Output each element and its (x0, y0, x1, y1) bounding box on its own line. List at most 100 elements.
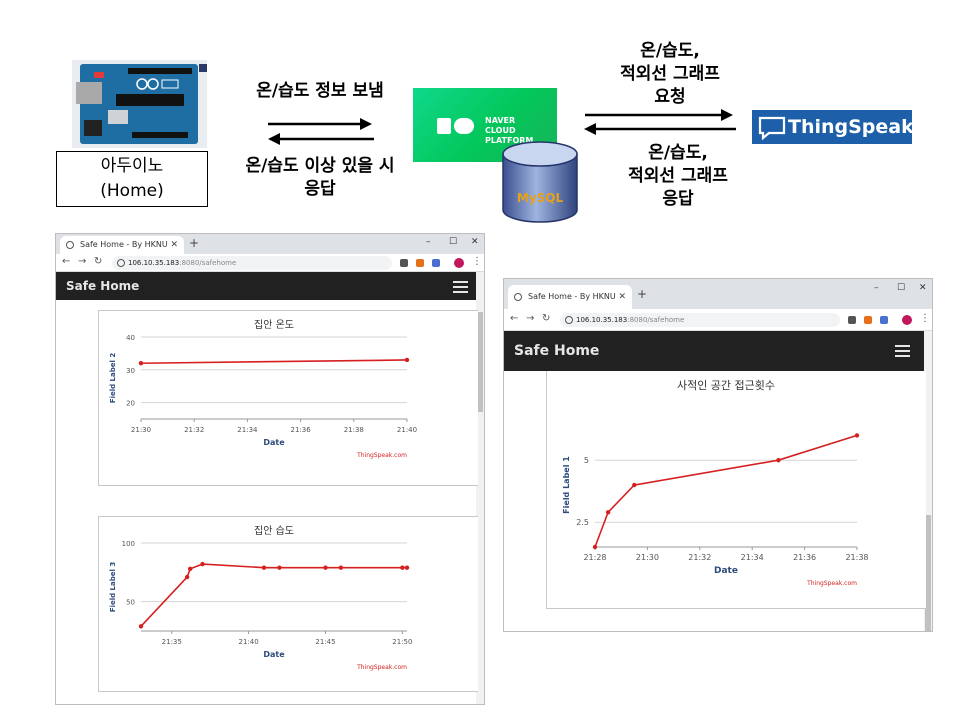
profile-avatar[interactable] (902, 315, 912, 325)
extension-icon-1[interactable] (400, 259, 408, 267)
data-point (138, 361, 144, 366)
arrow-to-thingspeak-head (721, 109, 733, 121)
extension-icon-2[interactable] (416, 259, 424, 267)
forward-icon[interactable]: → (78, 256, 86, 267)
y-tick-label: 40 (126, 334, 135, 342)
naver-cloud-icon (437, 118, 474, 134)
tab-close-icon[interactable]: ✕ (618, 285, 626, 309)
x-axis-label: Date (714, 566, 738, 576)
app-bar-right: Safe Home (504, 331, 932, 371)
menu-dots-icon[interactable]: ⋮ (472, 256, 482, 267)
x-tick-label: 21:36 (793, 553, 816, 562)
window-close-icon[interactable]: ✕ (471, 237, 479, 247)
x-tick-label: 21:36 (291, 426, 312, 434)
extension-icon-3[interactable] (432, 259, 440, 267)
new-tab-icon[interactable]: + (189, 236, 199, 250)
browser-tab[interactable]: Safe Home - By HKNU ✕ (60, 236, 184, 254)
url-path: :8080/safehome (179, 259, 237, 267)
y-tick-label: 2.5 (576, 518, 589, 527)
y-tick-label: 100 (122, 540, 135, 548)
maximize-icon[interactable]: ☐ (449, 237, 457, 247)
request-label: 온/습도, 적외선 그래프 요청 (590, 40, 750, 109)
extension-icon-1[interactable] (848, 316, 856, 324)
x-axis-label: Date (263, 438, 285, 447)
x-axis-label: Date (263, 650, 285, 659)
series-line (594, 434, 858, 548)
data-point (184, 574, 190, 580)
mysql-label: MySQL (517, 191, 564, 205)
extension-icon-2[interactable] (864, 316, 872, 324)
y-tick-label: 20 (126, 400, 135, 408)
maximize-icon[interactable]: ☐ (897, 283, 905, 293)
temperature-chart: 집안 온도 20 30 40 21:30 21:32 21:34 21:36 21:38 21:4… (109, 319, 417, 459)
address-bar: ← → ↻ 106.10.35.183:8080/safehome ⋮ (56, 254, 484, 272)
forward-icon[interactable]: → (526, 313, 534, 324)
address-bar-right: ← → ↻ 106.10.35.183:8080/safehome ⋮ (504, 309, 932, 331)
data-point (632, 482, 637, 488)
chart-title: 사적인 공간 접근횟수 (677, 379, 775, 392)
data-point (338, 565, 344, 570)
request-label-line3: 요청 (654, 87, 686, 107)
x-tick-label: 21:35 (162, 638, 182, 646)
chart-credit: ThingSpeak.com (356, 452, 407, 459)
x-tick-label: 21:34 (741, 553, 764, 562)
access-count-chart: 사적인 공간 접근횟수 2.5 5 21:28 21:30 21:32 21:34 21:36… (562, 379, 869, 587)
data-point (854, 433, 860, 438)
temperature-chart-card: 집안 온도 20 30 40 21:30 21:32 21:34 21:36 21:38 21:4… (98, 310, 478, 486)
data-point (605, 510, 611, 515)
app-title: Safe Home (66, 279, 140, 293)
profile-avatar[interactable] (454, 258, 464, 268)
url-input-right[interactable]: 106.10.35.183:8080/safehome (560, 313, 840, 327)
data-point (138, 624, 144, 629)
y-tick-label: 5 (584, 456, 589, 465)
back-icon[interactable]: ← (510, 313, 518, 324)
url-input[interactable]: 106.10.35.183:8080/safehome (112, 256, 392, 270)
y-axis-label: Field Label 1 (562, 456, 571, 514)
minimize-icon[interactable]: – (426, 237, 431, 247)
thingspeak-logo: ThingSpeak (752, 110, 914, 144)
data-point (404, 565, 410, 570)
browser-window-right: Safe Home - By HKNU ✕ + – ☐ ✕ ← → ↻ 106.… (503, 278, 933, 632)
data-point (277, 565, 282, 570)
x-tick-label: 21:32 (184, 426, 204, 434)
thingspeak-logo-text: ThingSpeak (788, 116, 914, 138)
x-tick-label: 21:38 (344, 426, 364, 434)
x-tick-label: 21:38 (845, 553, 868, 562)
browser-tab-right[interactable]: Safe Home - By HKNU ✕ (508, 285, 632, 309)
extension-icon-3[interactable] (880, 316, 888, 324)
tab-close-icon[interactable]: ✕ (170, 236, 178, 254)
hamburger-menu-icon[interactable] (895, 345, 910, 360)
naver-line1: NAVER (485, 116, 516, 125)
x-tick-label: 21:30 (636, 553, 659, 562)
minimize-icon[interactable]: – (874, 283, 879, 293)
y-axis-label: Field Label 2 (109, 353, 117, 404)
response-label-line1: 온/습도, (648, 143, 708, 163)
arrow-to-arduino-head (268, 133, 280, 145)
back-icon[interactable]: ← (62, 256, 70, 267)
data-point (404, 357, 410, 363)
new-tab-icon[interactable]: + (637, 287, 647, 301)
x-tick-label: 21:45 (315, 638, 335, 646)
hamburger-menu-icon[interactable] (453, 281, 468, 296)
reload-icon[interactable]: ↻ (94, 256, 102, 267)
response-label-line2: 적외선 그래프 (628, 166, 728, 186)
x-tick-label: 21:40 (397, 426, 417, 434)
app-title-right: Safe Home (514, 343, 600, 359)
site-info-icon (117, 259, 125, 267)
url-path-right: :8080/safehome (627, 316, 685, 324)
data-point (188, 566, 193, 572)
tab-title: Safe Home - By HKNU (80, 240, 168, 249)
humidity-chart: 집안 습도 50 100 21:35 21:40 21:45 21:50 Date Field … (109, 525, 412, 671)
access-count-chart-card: 사적인 공간 접근횟수 2.5 5 21:28 21:30 21:32 21:34 21:36… (546, 371, 926, 609)
data-point (323, 565, 328, 570)
reload-icon[interactable]: ↻ (542, 313, 550, 324)
window-close-icon[interactable]: ✕ (919, 283, 927, 293)
response-label: 온/습도, 적외선 그래프 응답 (598, 142, 758, 211)
chart-credit: ThingSpeak.com (806, 580, 857, 587)
chart-title: 집안 습도 (254, 525, 294, 537)
speech-bubble-icon (758, 116, 786, 140)
humidity-chart-card: 집안 습도 50 100 21:35 21:40 21:45 21:50 Date Field … (98, 516, 478, 692)
response-label-line3: 응답 (662, 189, 694, 209)
menu-dots-icon[interactable]: ⋮ (920, 313, 930, 324)
chart-credit: ThingSpeak.com (356, 664, 407, 671)
